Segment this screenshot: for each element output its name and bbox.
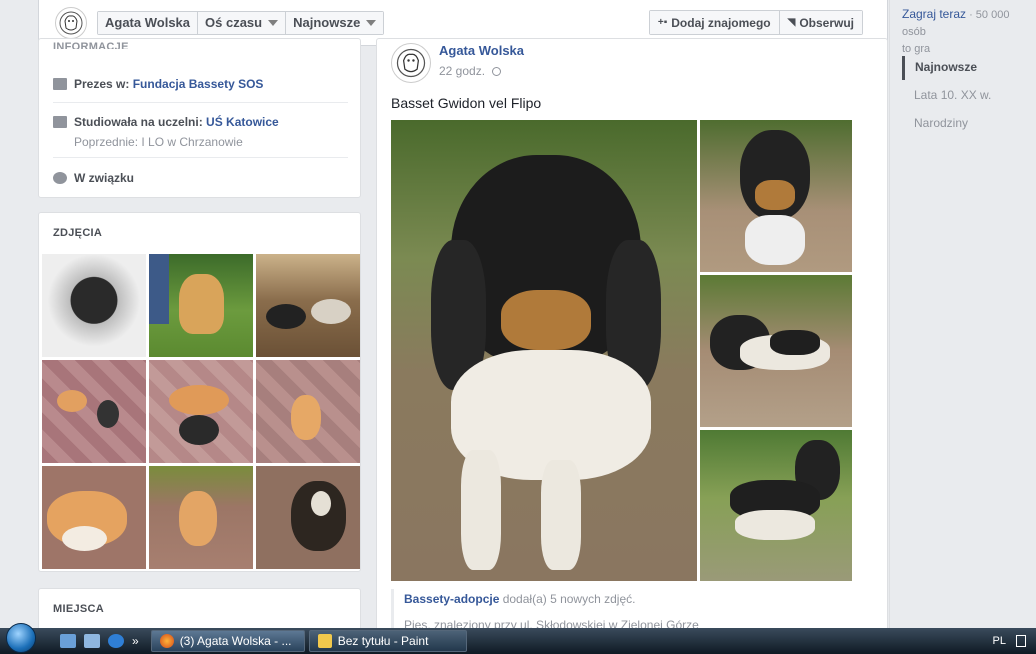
show-desktop-icon[interactable] (60, 634, 76, 648)
intro-relationship: W związku (53, 171, 348, 185)
edu-prefix: Studiowała na uczelni: (74, 115, 207, 129)
places-title[interactable]: MIEJSCA (53, 603, 104, 615)
photo-thumbnail[interactable] (256, 254, 360, 357)
timeline-label: Oś czasu (205, 15, 263, 30)
photo-thumbnail[interactable] (149, 254, 253, 357)
chevron-down-icon (366, 19, 377, 26)
shared-source-link[interactable]: Bassety-adopcje (404, 592, 499, 606)
divider (53, 157, 348, 158)
relationship-label: W związku (74, 171, 135, 185)
sort-dropdown[interactable]: Najnowsze (286, 11, 384, 34)
post-photo-collage (391, 120, 853, 581)
photo-thumbnail[interactable] (42, 466, 146, 569)
add-friend-button[interactable]: +▪ Dodaj znajomego (649, 11, 780, 34)
intro-heading: INFORMACJE (53, 41, 129, 49)
profile-name-button[interactable]: Agata Wolska (98, 11, 199, 34)
feed-post: Agata Wolska 22 godz. Basset Gwidon vel … (376, 38, 888, 654)
briefcase-icon (53, 78, 67, 90)
profile-avatar-small[interactable] (55, 6, 87, 39)
game-meta-line2: to gra (902, 43, 931, 55)
profile-name-label: Agata Wolska (105, 15, 191, 30)
add-friend-icon: +▪ (657, 17, 668, 28)
photos-title[interactable]: ZDJĘCIA (53, 227, 102, 239)
taskbar-item-paint[interactable]: Bez tytułu - Paint (308, 630, 467, 652)
windows-orb-icon (6, 623, 36, 653)
post-text: Basset Gwidon vel Flipo (391, 95, 542, 111)
intro-work: Prezes w: Fundacja Bassety SOS (53, 77, 348, 91)
timeline-item-born[interactable]: Narodziny (902, 112, 1022, 136)
add-friend-label: Dodaj znajomego (671, 15, 771, 30)
post-timestamp: 22 godz. (439, 64, 502, 78)
firefox-icon (159, 634, 174, 648)
timeline-dropdown[interactable]: Oś czasu (198, 11, 287, 34)
heart-icon (53, 172, 67, 184)
photo-thumbnail[interactable] (256, 466, 360, 569)
post-author-name[interactable]: Agata Wolska (439, 43, 524, 58)
photo-thumbnail[interactable] (149, 466, 253, 569)
post-photo-thumb-3[interactable] (700, 430, 852, 581)
post-author-avatar[interactable] (391, 43, 431, 83)
taskbar-item-label: (3) Agata Wolska - ... (179, 634, 292, 648)
network-icon[interactable] (1016, 635, 1026, 647)
timeline-item-latest[interactable]: Najnowsze (902, 56, 1022, 80)
windows-taskbar: » (3) Agata Wolska - ... Bez tytułu - Pa… (0, 623, 1036, 654)
follow-label: Obserwuj (799, 15, 854, 30)
taskbar-item-label: Bez tytułu - Paint (337, 634, 429, 648)
post-time-label[interactable]: 22 godz. (439, 64, 485, 78)
post-photo-thumb-1[interactable] (700, 120, 852, 272)
start-button[interactable] (0, 623, 42, 654)
basset-logo-icon (396, 48, 426, 78)
intro-education: Studiowała na uczelni: UŚ Katowice Poprz… (53, 115, 348, 149)
chevron-down-icon (268, 19, 279, 26)
sort-label: Najnowsze (293, 15, 361, 30)
profile-actions: +▪ Dodaj znajomego ◥ Obserwuj (648, 10, 863, 35)
quick-launch: » (60, 634, 147, 648)
timeline-item-2010s[interactable]: Lata 10. XX w. (902, 84, 1022, 108)
rss-icon: ◥ (787, 17, 796, 28)
photo-thumbnail[interactable] (42, 360, 146, 463)
photo-thumbnail[interactable] (256, 360, 360, 463)
globe-icon (492, 67, 502, 76)
internet-explorer-icon[interactable] (108, 634, 124, 648)
photos-grid (42, 254, 360, 569)
taskbar-item-firefox[interactable]: (3) Agata Wolska - ... (150, 630, 305, 652)
post-photo-main[interactable] (391, 120, 697, 581)
right-column: Zagraj teraz · 50 000 osób to gra Najnow… (889, 0, 1036, 628)
basset-logo-icon (59, 11, 83, 34)
intro-card: INFORMACJE Prezes w: Fundacja Bassety SO… (38, 38, 361, 198)
photos-card: ZDJĘCIA (38, 212, 361, 572)
profile-nav: Agata Wolska Oś czasu Najnowsze (97, 10, 385, 35)
quick-launch-overflow[interactable]: » (132, 634, 139, 648)
shared-header: Bassety-adopcje dodał(a) 5 nowych zdjęć. (404, 592, 871, 606)
timeline-nav: Najnowsze Lata 10. XX w. Narodziny (902, 56, 1022, 140)
game-play-link[interactable]: Zagraj teraz (902, 7, 966, 21)
work-prefix: Prezes w: (74, 77, 133, 91)
post-photo-thumb-2[interactable] (700, 275, 852, 427)
edu-previous: Poprzednie: I LO w Chrzanowie (74, 135, 243, 149)
language-indicator[interactable]: PL (993, 635, 1006, 647)
game-promo: Zagraj teraz · 50 000 osób to gra (902, 6, 1036, 57)
photo-thumbnail[interactable] (149, 360, 253, 463)
follow-button[interactable]: ◥ Obserwuj (779, 11, 862, 34)
work-link[interactable]: Fundacja Bassety SOS (133, 77, 264, 91)
system-tray: PL (993, 628, 1036, 654)
switch-windows-icon[interactable] (84, 634, 100, 648)
divider (53, 102, 348, 103)
paint-icon (317, 634, 332, 648)
shared-action: dodał(a) 5 nowych zdjęć. (499, 592, 636, 606)
edu-link[interactable]: UŚ Katowice (206, 115, 279, 129)
photo-thumbnail[interactable] (42, 254, 146, 357)
graduation-cap-icon (53, 116, 67, 128)
